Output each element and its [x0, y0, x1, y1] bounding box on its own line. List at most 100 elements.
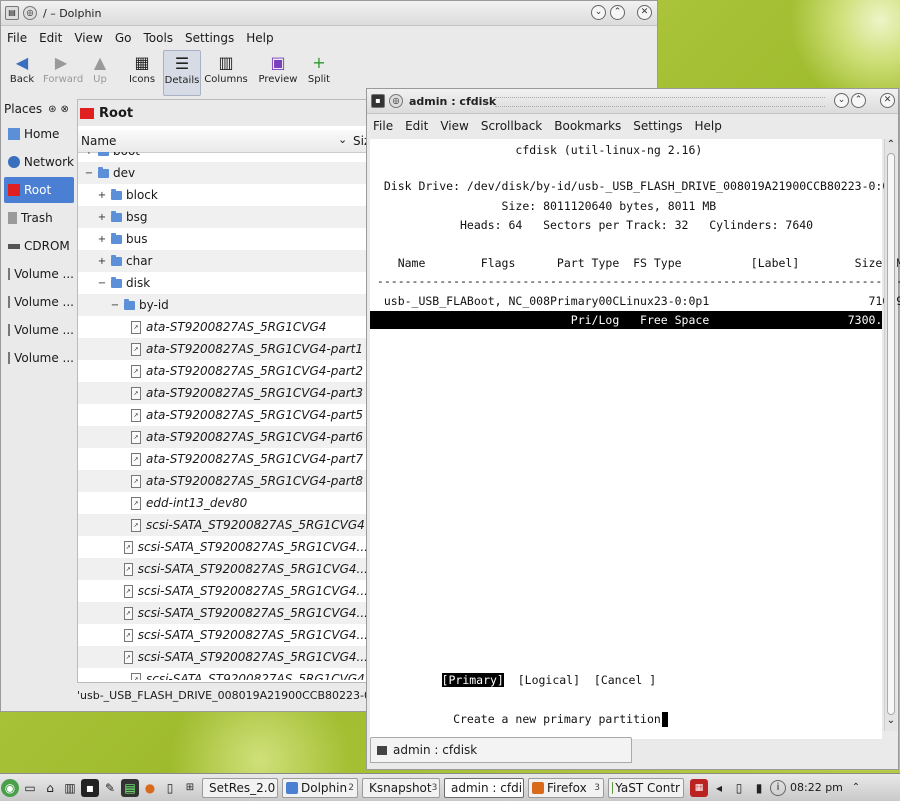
- tree-row[interactable]: ↗scsi-SATA_ST9200827AS_5RG1CVG4...: [78, 536, 368, 558]
- package-icon[interactable]: ▯: [161, 779, 179, 797]
- columns-view-button[interactable]: ▥ Columns: [204, 50, 248, 96]
- collapse-icon[interactable]: −: [84, 168, 94, 179]
- tab-admin-cfdisk[interactable]: admin : cfdisk: [370, 737, 632, 763]
- home-folder-icon[interactable]: ⌂: [41, 779, 59, 797]
- panel-float-icon[interactable]: ⊛: [48, 104, 56, 115]
- system-monitor-icon[interactable]: ▤: [121, 779, 139, 797]
- terminal-scrollbar[interactable]: ⌃ ⌄: [884, 139, 897, 731]
- tree-row[interactable]: ↗scsi-SATA_ST9200827AS_5RG1CVG4: [78, 668, 368, 680]
- menu-go[interactable]: Go: [109, 31, 138, 45]
- tree-row[interactable]: +char: [78, 250, 368, 272]
- tree-row[interactable]: ↗scsi-SATA_ST9200827AS_5RG1CVG4...: [78, 558, 368, 580]
- hide-panel-icon[interactable]: ⌃: [847, 779, 865, 797]
- dolphin-titlebar[interactable]: ▤ ◎ / – Dolphin ⌄ ⌃ ✕: [1, 1, 657, 26]
- terminal-icon[interactable]: ▪: [371, 94, 385, 108]
- maximize-button[interactable]: ⌃: [851, 93, 866, 108]
- places-item-network[interactable]: Network: [4, 149, 74, 175]
- tree-row[interactable]: ↗scsi-SATA_ST9200827AS_5RG1CVG4...: [78, 624, 368, 646]
- places-item-trash[interactable]: Trash: [4, 205, 74, 231]
- tree-row[interactable]: ↗edd-int13_dev80: [78, 492, 368, 514]
- taskbar-task[interactable]: admin : cfdi: [444, 778, 524, 798]
- tree-row[interactable]: +block: [78, 184, 368, 206]
- menu-file[interactable]: File: [1, 31, 33, 45]
- minimize-button[interactable]: ⌄: [834, 93, 849, 108]
- menu-view[interactable]: View: [68, 31, 108, 45]
- menu-view[interactable]: View: [434, 119, 474, 133]
- taskbar-task[interactable]: SetRes_2.0: [202, 778, 278, 798]
- tree-row[interactable]: −by-id: [78, 294, 368, 316]
- expand-icon[interactable]: +: [97, 234, 107, 245]
- tree-row[interactable]: +boot: [78, 152, 368, 162]
- panel-close-icon[interactable]: ⊗: [61, 104, 69, 115]
- places-item-volume[interactable]: Volume ...: [4, 289, 74, 315]
- close-button[interactable]: ✕: [880, 93, 895, 108]
- breadcrumb[interactable]: Root: [78, 100, 378, 126]
- scroll-down-icon[interactable]: ⌄: [885, 715, 897, 729]
- minimize-button[interactable]: ⌄: [591, 5, 606, 20]
- scroll-up-icon[interactable]: ⌃: [885, 139, 897, 153]
- column-name[interactable]: Name: [81, 134, 116, 148]
- show-desktop-icon[interactable]: ▭: [21, 779, 39, 797]
- menu-settings[interactable]: Settings: [627, 119, 688, 133]
- tree-row[interactable]: −dev: [78, 162, 368, 184]
- firefox-icon[interactable]: ●: [141, 779, 159, 797]
- menu-bookmarks[interactable]: Bookmarks: [548, 119, 627, 133]
- cancel-option[interactable]: [Cancel ]: [594, 673, 656, 687]
- maximize-button[interactable]: ⌃: [610, 5, 625, 20]
- menu-edit[interactable]: Edit: [33, 31, 68, 45]
- places-item-volume[interactable]: Volume ...: [4, 345, 74, 371]
- places-item-volume[interactable]: Volume ...: [4, 317, 74, 343]
- up-button[interactable]: ▲ Up: [82, 50, 118, 96]
- forward-button[interactable]: ▶ Forward: [43, 50, 79, 96]
- expand-icon[interactable]: +: [97, 212, 107, 223]
- taskbar-task[interactable]: Firefox3: [528, 778, 604, 798]
- logical-option[interactable]: [Logical]: [518, 673, 580, 687]
- tree-row[interactable]: ↗scsi-SATA_ST9200827AS_5RG1CVG4: [78, 514, 368, 536]
- tree-row[interactable]: ↗scsi-SATA_ST9200827AS_5RG1CVG4...: [78, 580, 368, 602]
- us-flag-icon[interactable]: ▦: [690, 779, 708, 797]
- tree-row[interactable]: ↗ata-ST9200827AS_5RG1CVG4-part1: [78, 338, 368, 360]
- kickoff-menu-icon[interactable]: ◉: [1, 779, 19, 797]
- tree-row[interactable]: ↗ata-ST9200827AS_5RG1CVG4-part2: [78, 360, 368, 382]
- back-button[interactable]: ◀ Back: [4, 50, 40, 96]
- expand-icon[interactable]: +: [84, 152, 94, 157]
- partition-row[interactable]: usb-_USB_FLABoot, NC_008Primary00CLinux2…: [370, 292, 882, 310]
- menu-file[interactable]: File: [367, 119, 399, 133]
- window-menu-icon[interactable]: ▤: [5, 6, 19, 20]
- menu-scrollback[interactable]: Scrollback: [475, 119, 548, 133]
- places-item-home[interactable]: Home: [4, 121, 74, 147]
- collapse-icon[interactable]: −: [97, 278, 107, 289]
- free-space-row[interactable]: Pri/Log Free Space 7300.19: [370, 311, 882, 329]
- tree-row[interactable]: ↗ata-ST9200827AS_5RG1CVG4-part3: [78, 382, 368, 404]
- tree-row[interactable]: ↗ata-ST9200827AS_5RG1CVG4-part5: [78, 404, 368, 426]
- tree-row[interactable]: ↗ata-ST9200827AS_5RG1CVG4-part6: [78, 426, 368, 448]
- collapse-icon[interactable]: −: [110, 300, 120, 311]
- terminal-icon[interactable]: ▪: [81, 779, 99, 797]
- split-button[interactable]: + Split: [301, 50, 337, 96]
- pager-icon[interactable]: ⊞: [181, 779, 199, 797]
- details-view-button[interactable]: ☰ Details: [163, 50, 201, 96]
- menu-help[interactable]: Help: [689, 119, 728, 133]
- sort-chevron-icon[interactable]: ⌄: [338, 133, 347, 146]
- terminal-screen[interactable]: cfdisk (util-linux-ng 2.16) Disk Drive: …: [370, 139, 882, 739]
- places-item-root[interactable]: Root: [4, 177, 74, 203]
- text-editor-icon[interactable]: ✎: [101, 779, 119, 797]
- scrollbar-thumb[interactable]: [887, 153, 895, 715]
- tree-row[interactable]: +bus: [78, 228, 368, 250]
- preview-button[interactable]: ▣ Preview: [258, 50, 298, 96]
- tree-row[interactable]: ↗scsi-SATA_ST9200827AS_5RG1CVG4...: [78, 602, 368, 624]
- menu-tools[interactable]: Tools: [137, 31, 179, 45]
- tree-row[interactable]: ↗scsi-SATA_ST9200827AS_5RG1CVG4...: [78, 646, 368, 668]
- menu-settings[interactable]: Settings: [179, 31, 240, 45]
- tree-row[interactable]: ↗ata-ST9200827AS_5RG1CVG4-part7: [78, 448, 368, 470]
- drive-icon[interactable]: ▥: [61, 779, 79, 797]
- expand-icon[interactable]: +: [97, 190, 107, 201]
- primary-option[interactable]: [Primary]: [442, 673, 504, 687]
- tree-row[interactable]: −disk: [78, 272, 368, 294]
- pin-icon[interactable]: ◎: [389, 94, 403, 108]
- places-item-volume[interactable]: Volume ...: [4, 261, 74, 287]
- clock[interactable]: 08:22 pm: [790, 781, 843, 794]
- places-item-cdrom[interactable]: CDROM: [4, 233, 74, 259]
- menu-edit[interactable]: Edit: [399, 119, 434, 133]
- taskbar-task[interactable]: Ksnapshot3: [362, 778, 440, 798]
